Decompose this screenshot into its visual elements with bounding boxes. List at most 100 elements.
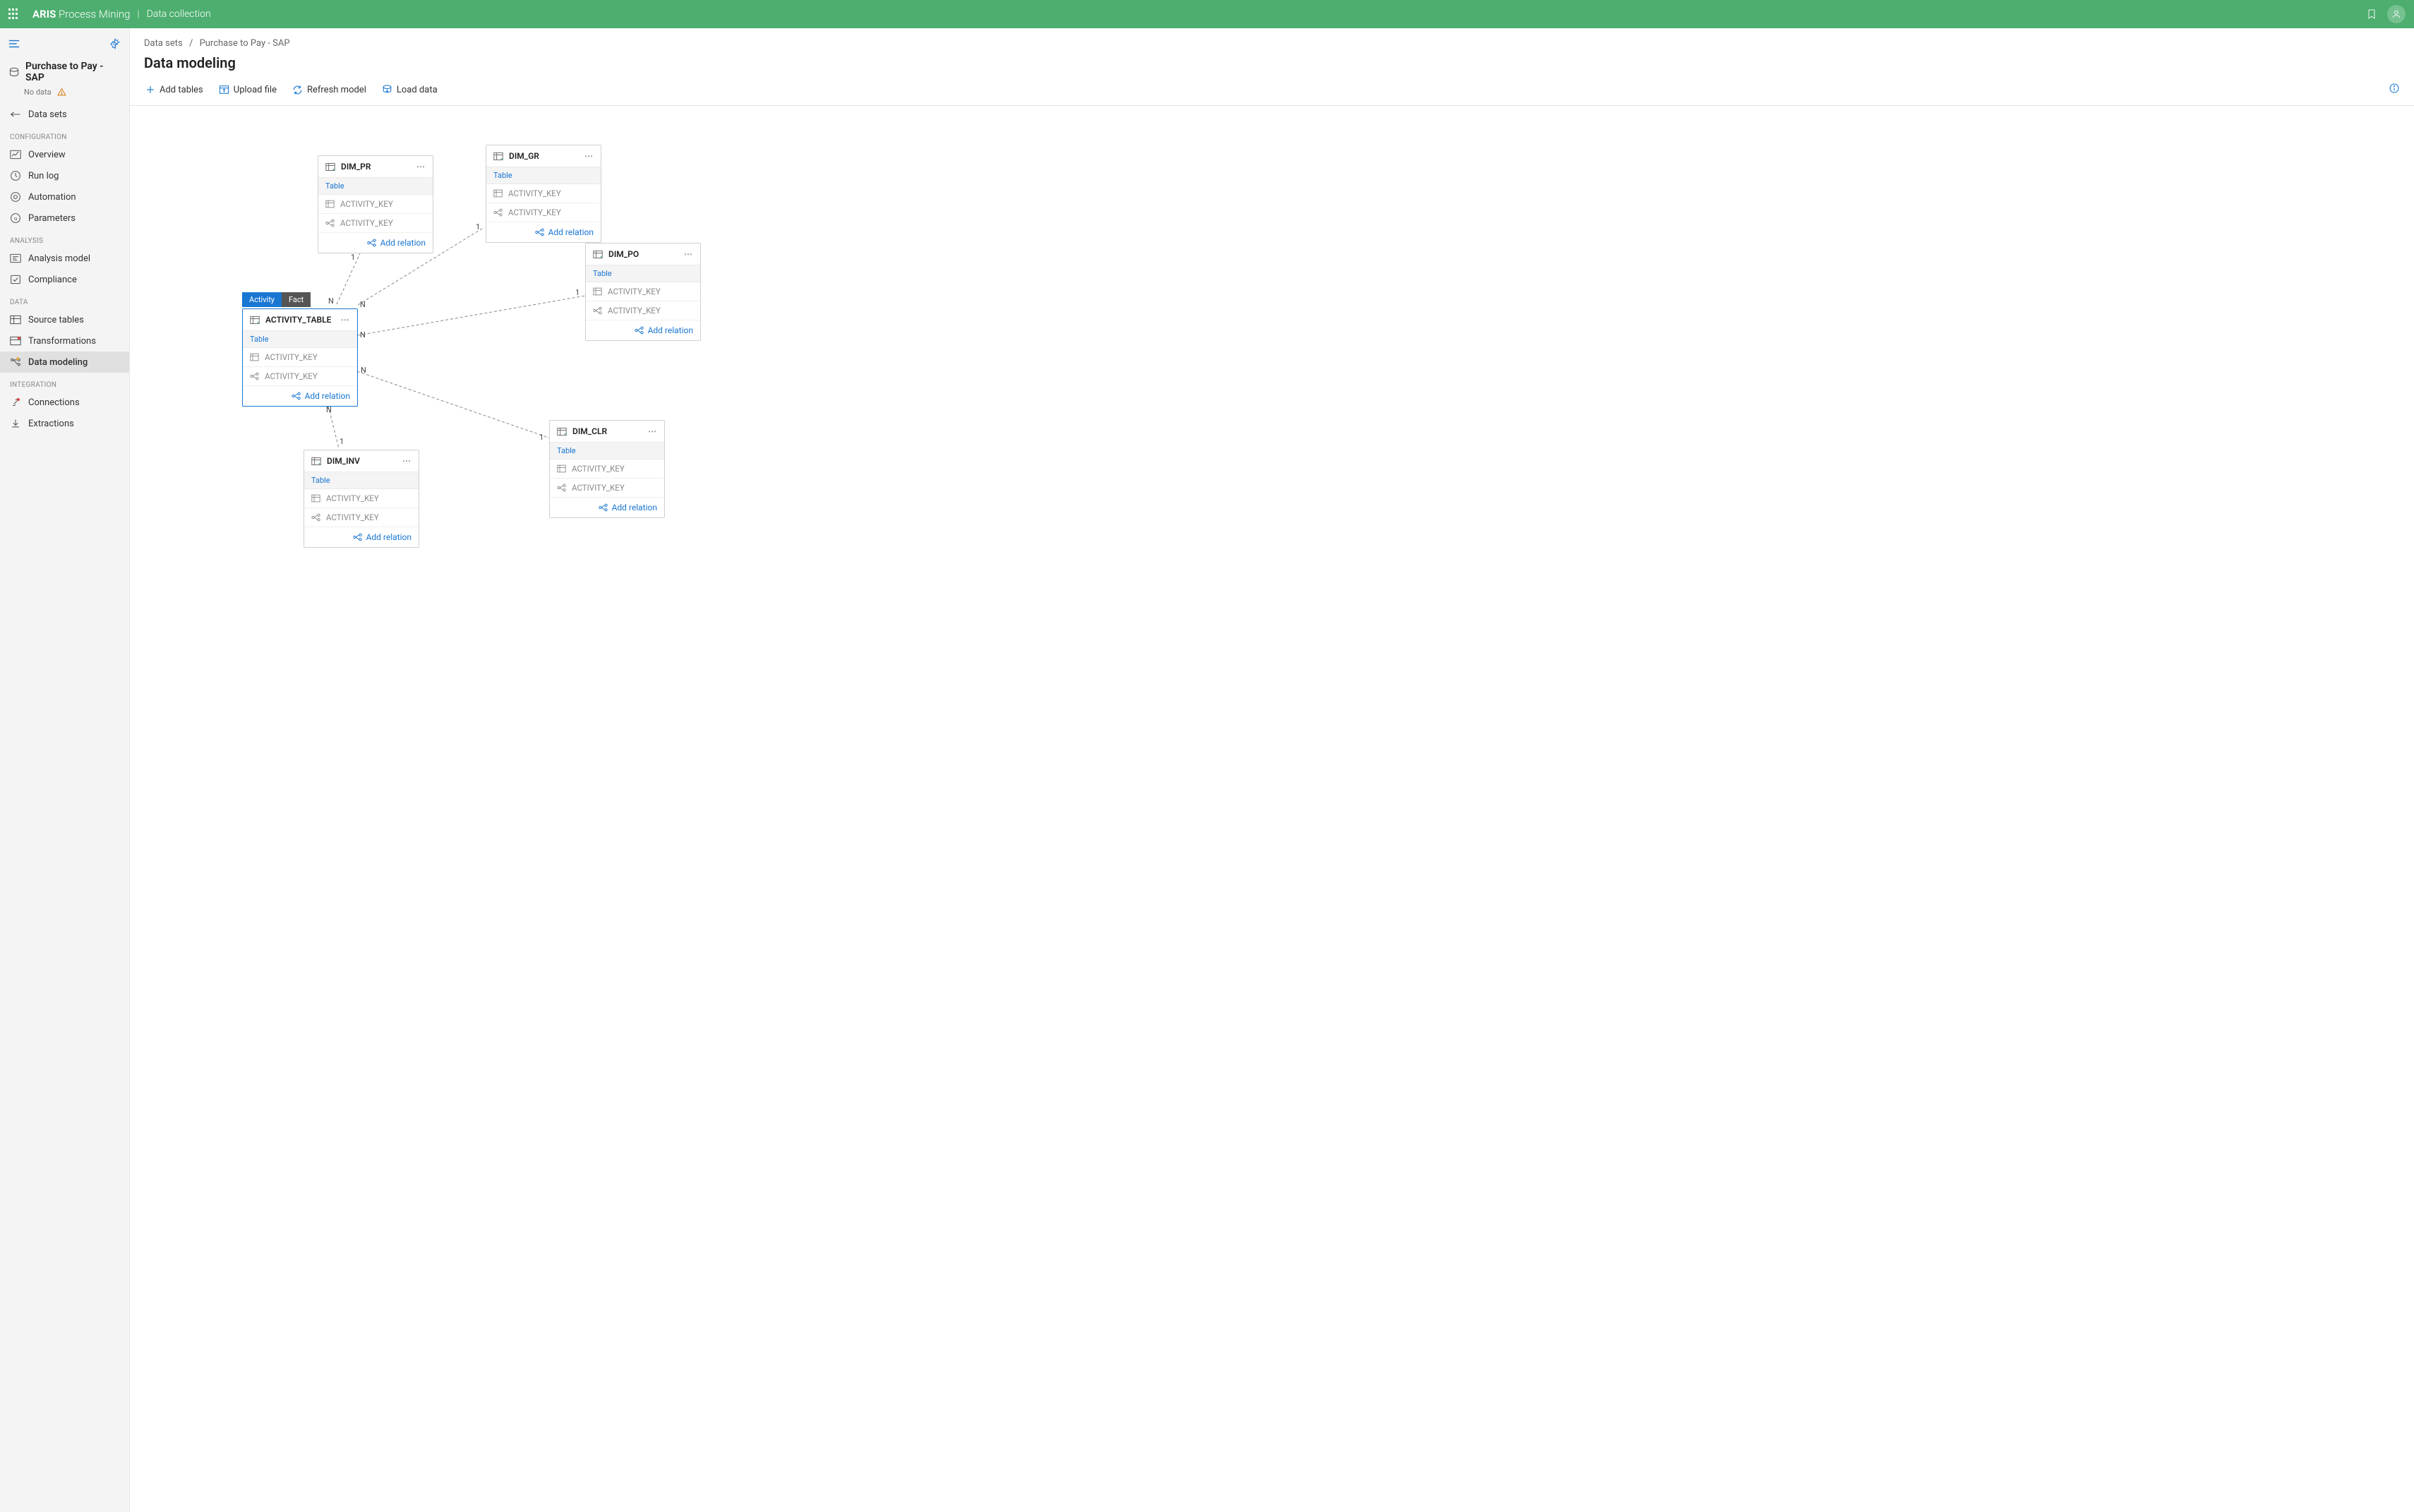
sidebar-item-automation[interactable]: Automation — [0, 186, 129, 208]
add-relation-button[interactable]: Add relation — [243, 386, 357, 406]
key-col-icon — [250, 353, 259, 361]
node-title-text: DIM_CLR — [572, 426, 607, 436]
sidebar-item-overview[interactable]: Overview — [0, 144, 129, 165]
node-menu-icon[interactable]: ⋯ — [341, 315, 350, 325]
add-relation-button[interactable]: Add relation — [318, 233, 433, 253]
node-title-text: DIM_INV — [327, 456, 360, 466]
user-avatar-icon[interactable] — [2387, 5, 2406, 23]
row-label: ACTIVITY_KEY — [340, 199, 393, 209]
row-label: ACTIVITY_KEY — [608, 287, 661, 296]
load-data-button[interactable]: Load data — [379, 83, 440, 97]
sidebar-item-parameters[interactable]: α Parameters — [0, 208, 129, 229]
node-row-key[interactable]: ACTIVITY_KEY — [243, 348, 357, 367]
node-activity-table[interactable]: Activity Fact ACTIVITY_TABLE ⋯ Table ACT… — [242, 308, 358, 407]
add-relation-button[interactable]: Add relation — [586, 320, 700, 340]
svg-text:α: α — [14, 215, 18, 222]
node-dim-clr[interactable]: DIM_CLR⋯ Table ACTIVITY_KEY ACTIVITY_KEY… — [549, 420, 665, 518]
node-menu-icon[interactable]: ⋯ — [684, 249, 693, 259]
add-tables-button[interactable]: Add tables — [143, 83, 206, 97]
node-menu-icon[interactable]: ⋯ — [416, 162, 426, 172]
node-row-key[interactable]: ACTIVITY_KEY — [550, 460, 664, 479]
table-icon — [311, 457, 321, 466]
node-row-key[interactable]: ACTIVITY_KEY — [318, 195, 433, 214]
node-row-rel[interactable]: ACTIVITY_KEY — [318, 214, 433, 233]
apps-icon[interactable] — [8, 8, 20, 20]
canvas[interactable]: N 1 N 1 N 1 N 1 N 1 Activity Fact ACTIVI… — [130, 106, 2414, 1512]
run-log-icon — [10, 170, 21, 181]
section-data: DATA — [0, 290, 129, 309]
info-icon[interactable] — [2389, 83, 2400, 97]
add-relation-icon — [599, 503, 608, 512]
sidebar-item-source-tables[interactable]: Source tables — [0, 309, 129, 330]
node-row-rel[interactable]: ACTIVITY_KEY — [550, 479, 664, 498]
node-row-rel[interactable]: ACTIVITY_KEY — [586, 301, 700, 320]
sidebar-item-analysis-model[interactable]: Analysis model — [0, 248, 129, 269]
table-icon — [593, 250, 603, 259]
upload-icon — [219, 85, 229, 95]
sidebar-item-extractions[interactable]: Extractions — [0, 413, 129, 434]
node-row-rel[interactable]: ACTIVITY_KEY — [304, 508, 419, 527]
upload-file-button[interactable]: Upload file — [216, 83, 280, 97]
node-row-rel[interactable]: ACTIVITY_KEY — [243, 367, 357, 386]
bookmark-icon[interactable] — [2366, 8, 2377, 20]
plus-icon — [145, 85, 155, 95]
node-dim-pr[interactable]: DIM_PR ⋯ Table ACTIVITY_KEY ACTIVITY_KEY… — [318, 155, 433, 253]
breadcrumb-root[interactable]: Data sets — [144, 38, 183, 49]
table-icon — [250, 316, 260, 325]
automation-label: Automation — [28, 192, 76, 203]
sidebar-toggle-icon[interactable] — [8, 39, 20, 52]
card-po-1: 1 — [575, 288, 580, 297]
dataset-name: Purchase to Pay - SAP — [25, 61, 121, 83]
sidebar-item-transformations[interactable]: Transformations — [0, 330, 129, 352]
node-row-key[interactable]: ACTIVITY_KEY — [486, 184, 601, 203]
key-col-icon — [557, 464, 566, 473]
node-menu-icon[interactable]: ⋯ — [402, 456, 412, 466]
add-relation-button[interactable]: Add relation — [304, 527, 419, 547]
sidebar-item-run-log[interactable]: Run log — [0, 165, 129, 186]
brand: ARIS Process Mining — [32, 8, 130, 20]
node-dim-po[interactable]: DIM_PO⋯ Table ACTIVITY_KEY ACTIVITY_KEY … — [585, 243, 701, 341]
node-dim-gr[interactable]: DIM_GR⋯ Table ACTIVITY_KEY ACTIVITY_KEY … — [486, 145, 601, 243]
sidebar-back-data-sets[interactable]: Data sets — [0, 104, 129, 125]
add-relation-button[interactable]: Add relation — [486, 222, 601, 242]
add-relation-icon — [535, 228, 544, 236]
dataset-title: Purchase to Pay - SAP — [8, 61, 121, 83]
node-row-key[interactable]: ACTIVITY_KEY — [304, 489, 419, 508]
sidebar-settings-icon[interactable] — [109, 38, 121, 52]
compliance-label: Compliance — [28, 275, 77, 285]
card-po-n: N — [360, 330, 366, 340]
add-tables-label: Add tables — [160, 85, 203, 95]
node-menu-icon[interactable]: ⋯ — [648, 426, 657, 436]
row-label: ACTIVITY_KEY — [326, 512, 379, 522]
node-row-key[interactable]: ACTIVITY_KEY — [586, 282, 700, 301]
module-name: Data collection — [147, 8, 211, 20]
connections-layer — [130, 106, 2414, 1512]
table-icon — [325, 162, 335, 172]
key-col-icon — [493, 189, 503, 198]
sidebar-item-data-modeling[interactable]: Data modeling — [0, 352, 129, 373]
dataset-block: Purchase to Pay - SAP No data — [0, 61, 129, 104]
node-subheader: Table — [486, 167, 601, 184]
node-menu-icon[interactable]: ⋯ — [584, 151, 594, 161]
run-log-label: Run log — [28, 171, 59, 181]
node-subheader: Table — [243, 330, 357, 348]
row-label: ACTIVITY_KEY — [265, 371, 318, 381]
card-clr-1: 1 — [539, 433, 544, 442]
node-dim-inv[interactable]: DIM_INV⋯ Table ACTIVITY_KEY ACTIVITY_KEY… — [304, 450, 419, 548]
key-col-icon — [593, 287, 602, 296]
sidebar-item-connections[interactable]: Connections — [0, 392, 129, 413]
sidebar-item-compliance[interactable]: Compliance — [0, 269, 129, 290]
section-configuration: CONFIGURATION — [0, 125, 129, 144]
node-row-rel[interactable]: ACTIVITY_KEY — [486, 203, 601, 222]
card-pr-n: N — [328, 296, 334, 306]
relation-col-icon — [493, 208, 503, 217]
edge-activity-pr — [337, 253, 360, 304]
refresh-model-button[interactable]: Refresh model — [289, 83, 369, 97]
automation-icon — [10, 191, 21, 203]
breadcrumb: Data sets / Purchase to Pay - SAP — [130, 28, 2414, 53]
add-relation-button[interactable]: Add relation — [550, 498, 664, 517]
row-label: ACTIVITY_KEY — [508, 208, 561, 217]
add-relation-icon — [353, 533, 362, 541]
card-clr-n: N — [361, 366, 366, 375]
table-icon — [493, 152, 503, 161]
